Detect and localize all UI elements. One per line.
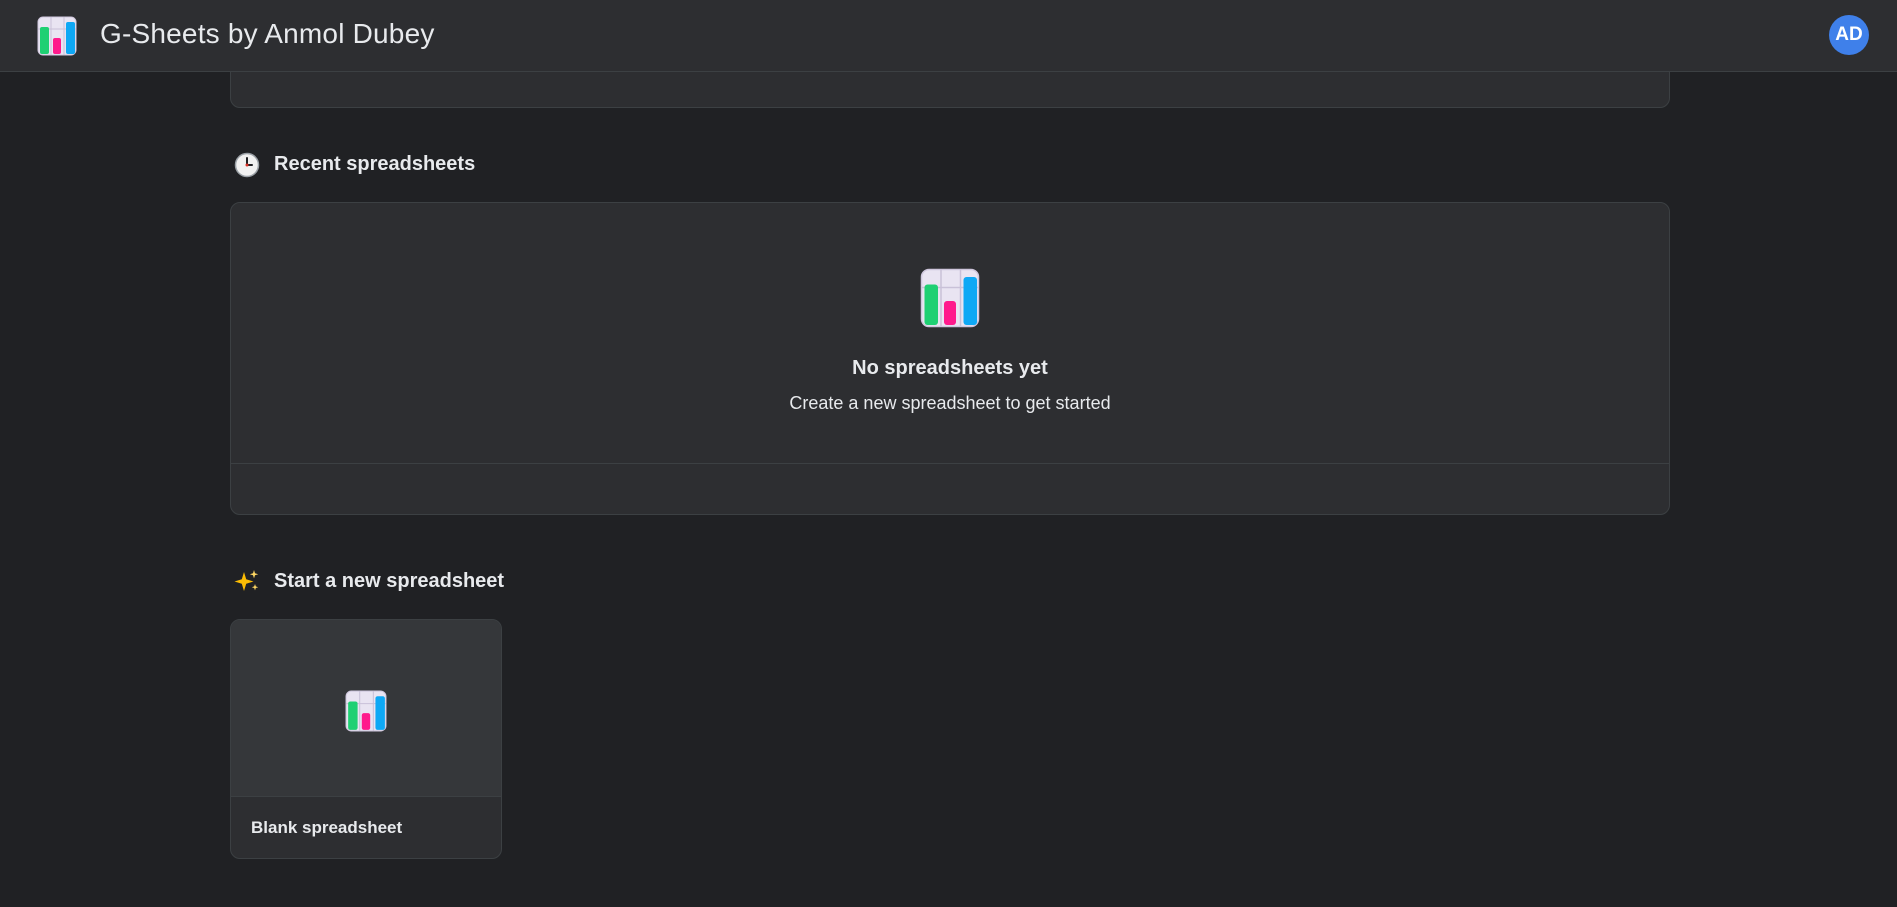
empty-state-title: No spreadsheets yet bbox=[852, 357, 1048, 379]
sheets-logo-icon bbox=[345, 690, 387, 732]
blank-spreadsheet-card[interactable]: Blank spreadsheet bbox=[230, 619, 502, 859]
empty-state: No spreadsheets yet Create a new spreads… bbox=[231, 203, 1669, 464]
empty-state-subtitle: Create a new spreadsheet to get started bbox=[789, 393, 1111, 413]
recent-section-heading: Recent spreadsheets bbox=[233, 151, 475, 178]
top-app-bar: G-Sheets by Anmol Dubey AD bbox=[0, 0, 1897, 72]
recent-spreadsheets-panel: No spreadsheets yet Create a new spreads… bbox=[230, 202, 1670, 515]
avatar[interactable]: AD bbox=[1829, 15, 1869, 55]
new-heading-label: Start a new spreadsheet bbox=[274, 570, 505, 592]
clock-icon bbox=[233, 151, 260, 178]
app-title: G-Sheets by Anmol Dubey bbox=[100, 18, 435, 49]
sparkles-icon bbox=[233, 568, 260, 595]
sheets-logo-icon[interactable] bbox=[37, 16, 77, 56]
recent-heading-label: Recent spreadsheets bbox=[274, 153, 476, 175]
sheets-logo-icon bbox=[920, 268, 980, 328]
template-label: Blank spreadsheet bbox=[251, 818, 403, 837]
new-section-heading: Start a new spreadsheet bbox=[233, 568, 504, 595]
template-thumbnail bbox=[231, 620, 501, 797]
